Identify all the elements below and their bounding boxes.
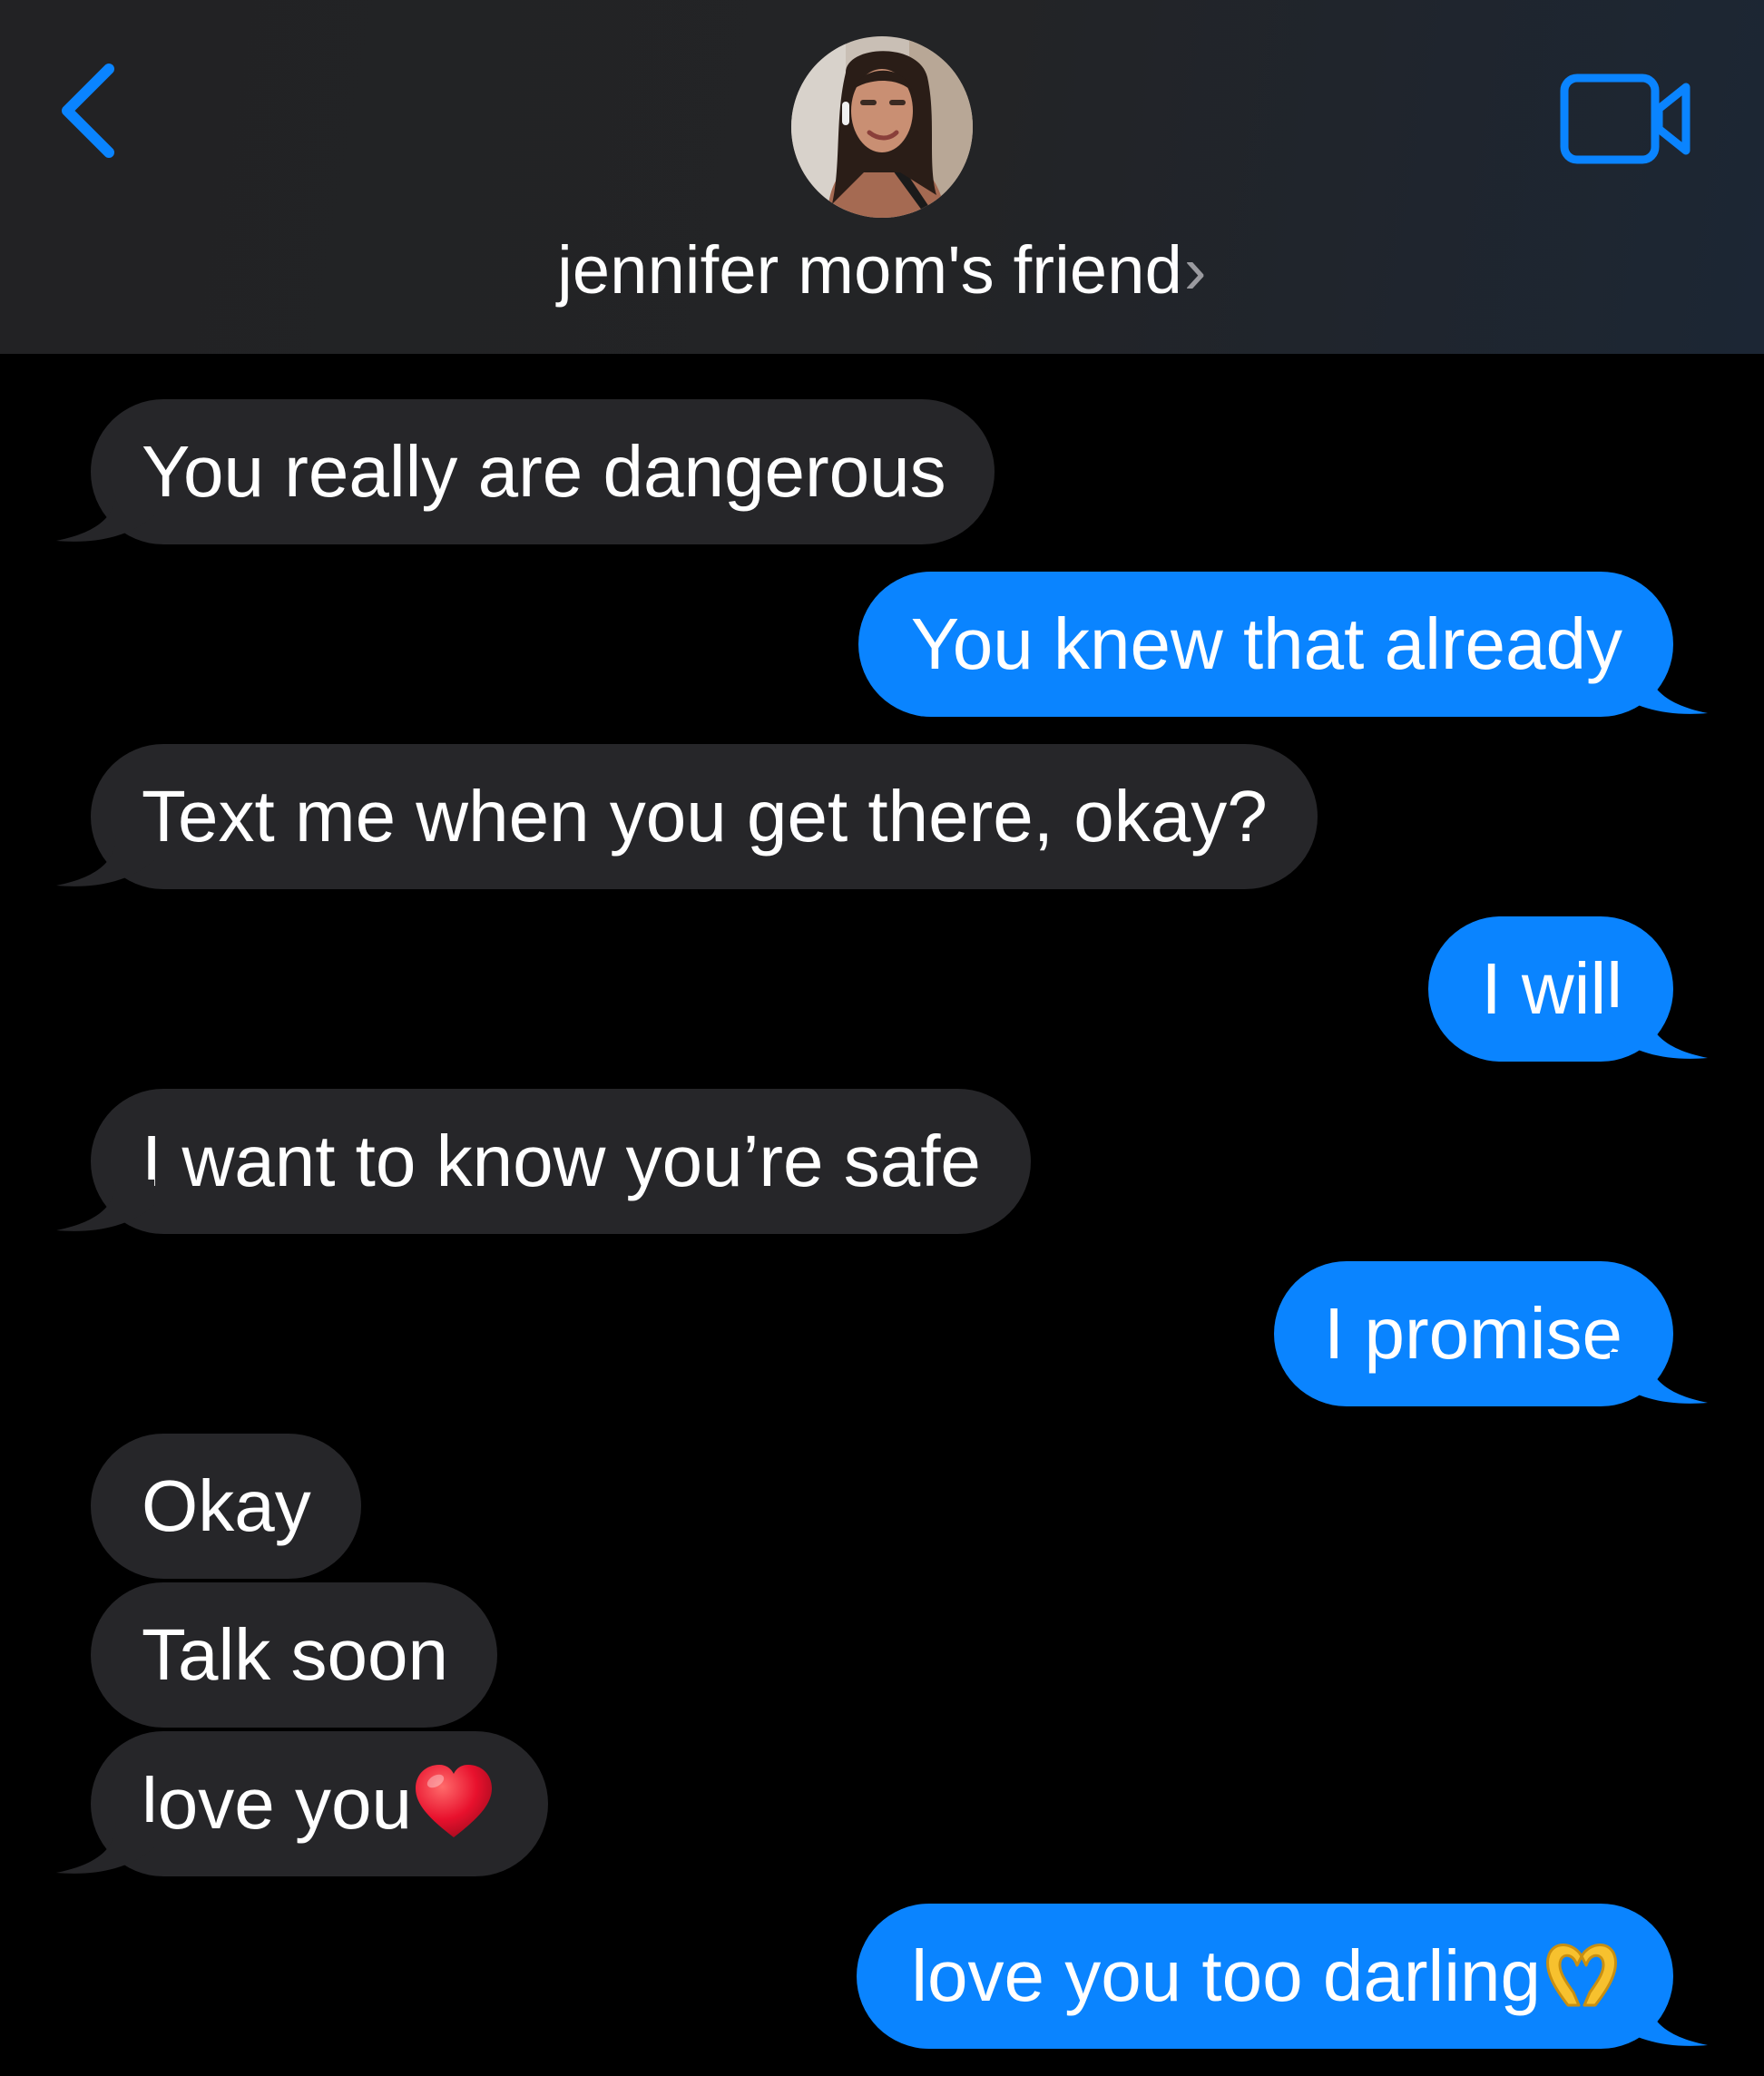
- message-bubble-incoming[interactable]: Text me when you get there, okay?: [91, 744, 1318, 889]
- message-text: I promise: [1324, 1293, 1622, 1374]
- contact-avatar[interactable]: [791, 36, 973, 218]
- bubble-tail: [1610, 1994, 1708, 2046]
- bubble-tail: [1610, 1352, 1708, 1404]
- message-bubble-outgoing[interactable]: love you too darling: [857, 1904, 1673, 2049]
- message-bubble-incoming[interactable]: Talk soon: [91, 1582, 497, 1728]
- message-text: You really are dangerous: [142, 431, 946, 512]
- bubble-tail: [1610, 662, 1708, 714]
- message-bubble-incoming[interactable]: I want to know you’re safe: [91, 1089, 1031, 1234]
- bubble-tail: [56, 1822, 154, 1874]
- chevron-right-icon: ›: [1183, 232, 1207, 308]
- message-bubble-outgoing[interactable]: You knew that already: [858, 572, 1673, 717]
- conversation-header: jennifer mom's friend›: [0, 0, 1764, 354]
- contact-name-button[interactable]: jennifer mom's friend›: [0, 225, 1764, 316]
- bubble-tail: [56, 835, 154, 886]
- video-call-icon[interactable]: [1559, 71, 1695, 167]
- message-text: Text me when you get there, okay?: [142, 776, 1268, 857]
- message-text: You knew that already: [910, 603, 1622, 684]
- red-heart-icon: [415, 1764, 492, 1837]
- bubble-tail: [1610, 1007, 1708, 1059]
- message-bubble-incoming[interactable]: You really are dangerous: [91, 399, 995, 544]
- back-chevron-icon[interactable]: [53, 56, 134, 165]
- bubble-tail: [56, 1180, 154, 1231]
- message-text: Okay: [142, 1465, 311, 1546]
- bubble-tail: [56, 490, 154, 542]
- message-bubble-incoming[interactable]: Okay: [91, 1434, 361, 1579]
- message-text: Talk soon: [142, 1614, 448, 1695]
- contact-name: jennifer mom's friend: [557, 232, 1182, 308]
- message-text: I want to know you’re safe: [142, 1121, 981, 1201]
- message-text: love you too darling: [911, 1935, 1541, 2016]
- message-text: love you: [142, 1763, 412, 1844]
